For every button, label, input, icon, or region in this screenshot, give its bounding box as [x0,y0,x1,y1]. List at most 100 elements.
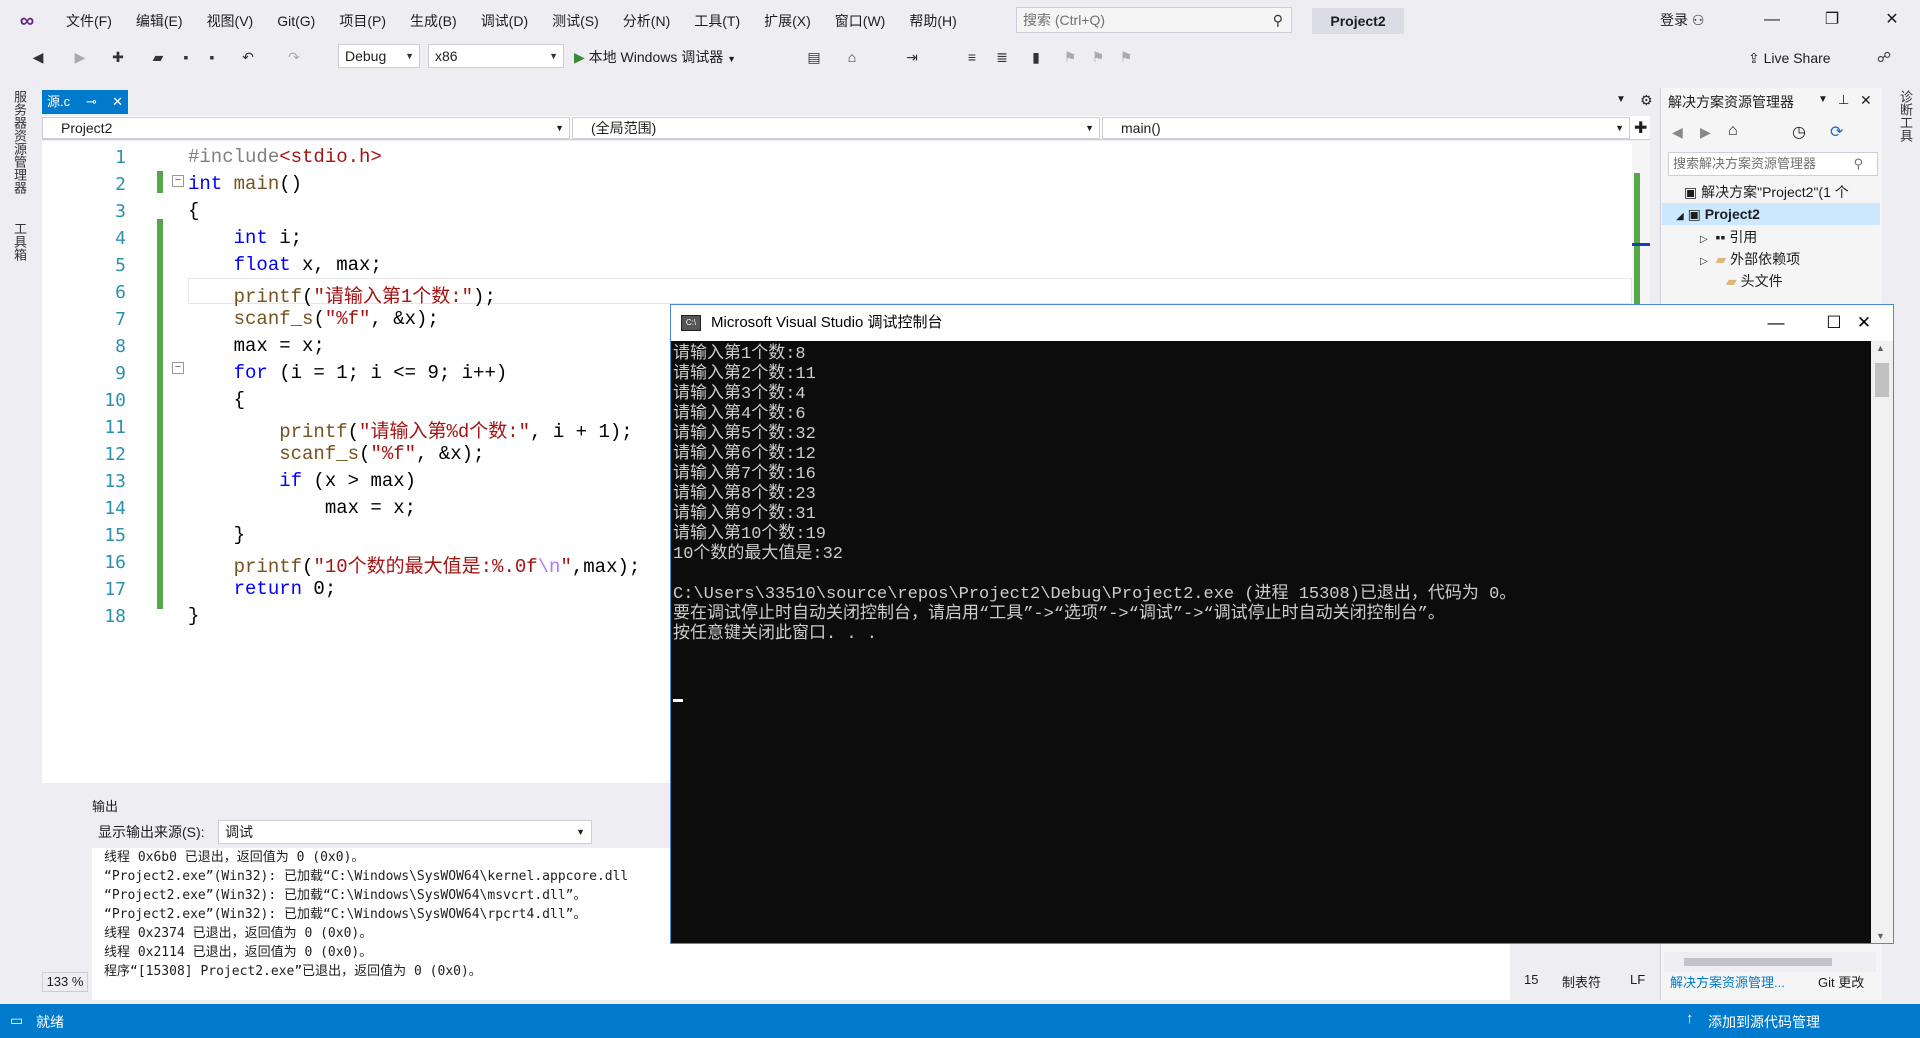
nav-scope-value: (全局范围) [591,120,657,136]
menu-item[interactable]: Git(G) [265,10,327,32]
console-output[interactable]: 请输入第1个数:8 请输入第2个数:11 请输入第3个数:4 请输入第4个数:6 请输入… [671,341,1871,943]
menu-item[interactable]: 窗口(W) [823,10,898,32]
nav-function-select[interactable]: main() ▼ [1102,117,1630,139]
console-minimize-button[interactable]: — [1747,305,1805,341]
panel-dropdown-icon[interactable]: ▼ [1818,94,1828,105]
scroll-down-icon[interactable]: ▼ [1876,931,1885,941]
server-explorer-tab[interactable]: 服务器资源管理器 [10,90,29,194]
menu-item[interactable]: 工具(T) [682,10,752,32]
scroll-thumb[interactable] [1875,363,1889,397]
output-line: 线程 0x2114 已退出，返回值为 0 (0x0)。 [104,945,373,960]
collapse-for-icon[interactable]: − [172,362,184,374]
step-icon[interactable]: ⇥ [902,47,922,67]
console-scrollbar[interactable]: ▲ ▼ [1871,341,1893,943]
menu-item[interactable]: 编辑(E) [124,10,195,32]
redo-icon[interactable]: ↷ [284,47,304,67]
external-deps-node[interactable]: ▷ ▰ 外部依赖项 [1700,248,1800,270]
close-button[interactable]: ✕ [1872,6,1912,34]
console-line: 请输入第7个数:16 [673,465,816,484]
collapse-main-icon[interactable]: − [172,175,184,187]
diagnostics-tab[interactable]: 诊断工具 [1896,90,1915,142]
console-title-bar[interactable]: C:\ Microsoft Visual Studio 调试控制台 — ☐ ✕ [671,305,1893,341]
console-close-button[interactable]: ✕ [1835,305,1893,341]
feedback-icon[interactable]: ☍ [1874,47,1894,67]
scroll-up-icon[interactable]: ▲ [1876,343,1885,353]
save-all-icon[interactable]: ▪ [202,47,222,67]
menu-item[interactable]: 扩展(X) [752,10,823,32]
open-folder-icon[interactable]: ▰ [148,47,168,67]
nav-scope-select[interactable]: (全局范围) ▼ [572,117,1100,139]
back-icon[interactable]: ◀ [1672,124,1683,141]
pin-icon[interactable]: ⊸ [86,90,97,114]
save-icon[interactable]: ▪ [176,47,196,67]
add-to-source-control-button[interactable]: 添加到源代码管理 [1708,1012,1820,1032]
find-in-files-icon[interactable]: ▤ [804,47,824,67]
code-line-3: { [188,200,200,222]
config-select[interactable]: Debug ▼ [338,44,420,68]
output-source-select[interactable]: 调试 ▼ [218,820,592,844]
history-icon[interactable]: ◷ [1792,122,1806,142]
forward-icon[interactable]: ▶ [70,47,90,67]
menu-item[interactable]: 调试(D) [469,10,540,32]
menu-item[interactable]: 分析(N) [611,10,682,32]
live-share-button[interactable]: ⇪ Live Share [1748,50,1831,67]
solution-node[interactable]: ▣ 解决方案"Project2"(1 个 [1684,181,1880,203]
debug-console-window[interactable]: C:\ Microsoft Visual Studio 调试控制台 — ☐ ✕ … [670,304,1894,944]
platform-select[interactable]: x86 ▼ [428,44,564,68]
split-editor-icon[interactable]: ✚ [1634,118,1647,138]
forward-icon[interactable]: ▶ [1700,124,1711,141]
home-icon[interactable]: ⌂ [1728,122,1738,140]
console-line: 请输入第3个数:4 [673,385,806,404]
undo-icon[interactable]: ↶ [238,47,258,67]
refresh-icon[interactable]: ⟳ [1830,122,1843,142]
run-debugger-button[interactable]: ▶ 本地 Windows 调试器 ▼ [574,47,736,67]
nav-project-select[interactable]: Project2 ▼ [42,117,570,139]
prev-bookmark-icon[interactable]: ⚑ [1060,47,1080,67]
close-tab-icon[interactable]: ✕ [112,90,123,114]
next-bookmark-icon[interactable]: ⚑ [1088,47,1108,67]
login-button[interactable]: 登录 ⚇ [1660,10,1704,30]
output-line: 程序“[15308] Project2.exe”已退出，返回值为 0 (0x0)… [104,964,482,979]
home-icon[interactable]: ⌂ [842,47,862,67]
tab-source-file[interactable]: 源.c ⊸ ✕ [42,90,128,114]
code-line-18: } [188,605,200,627]
menu-item[interactable]: 项目(P) [327,10,398,32]
settings-gear-icon[interactable]: ⚙ [1640,92,1653,109]
pin-icon[interactable]: ⊥ [1838,92,1849,108]
search-input[interactable]: 搜索 (Ctrl+Q) ⚲ [1016,7,1292,33]
new-project-icon[interactable]: ✚ [108,47,128,67]
menu-item[interactable]: 测试(S) [540,10,611,32]
line-number: 6 [115,282,126,303]
tab-dropdown-icon[interactable]: ▼ [1616,94,1626,105]
back-icon[interactable]: ◀ [28,47,48,67]
clear-bookmark-icon[interactable]: ⚑ [1116,47,1136,67]
console-line: 请输入第6个数:12 [673,445,816,464]
console-cursor [673,699,683,702]
scroll-thumb[interactable] [1684,958,1832,966]
code-line-6: printf("请输入第1个数:"); [233,286,496,308]
zoom-level[interactable]: 133 % [42,972,88,992]
indent-icon[interactable]: ≡ [962,47,982,67]
close-panel-icon[interactable]: ✕ [1860,92,1872,109]
minimize-button[interactable]: — [1752,6,1792,34]
menu-item[interactable]: 视图(V) [195,10,266,32]
line-number-gutter: 1 2 3 4 5 6 7 8 9 10 11 12 13 14 15 16 17 18 [42,141,150,783]
project-node[interactable]: ◢ ▣ Project2 [1662,203,1880,225]
header-files-node[interactable]: ▰ 头文件 [1726,270,1783,292]
outdent-icon[interactable]: ≣ [992,47,1012,67]
toolbox-tab[interactable]: 工具箱 [10,222,29,261]
restore-button[interactable]: ❐ [1812,6,1852,34]
bookmark-icon[interactable]: ▮ [1026,47,1046,67]
line-number: 13 [104,471,126,492]
menu-item[interactable]: 文件(F) [54,10,124,32]
solution-search-input[interactable]: 搜索解决方案资源管理器 ⚲ [1668,152,1878,176]
references-node[interactable]: ▷ ▪▪ 引用 [1700,226,1757,248]
code-line-13: if (x > max) [279,470,417,492]
status-eol[interactable]: LF [1630,972,1645,987]
status-tab-mode[interactable]: 制表符 [1562,972,1601,991]
menu-item[interactable]: 帮助(H) [897,10,968,32]
tab-git-changes[interactable]: Git 更改 [1818,972,1864,991]
solution-hscroll[interactable] [1664,952,1876,972]
menu-item[interactable]: 生成(B) [398,10,469,32]
tab-solution-explorer[interactable]: 解决方案资源管理... [1670,972,1785,991]
